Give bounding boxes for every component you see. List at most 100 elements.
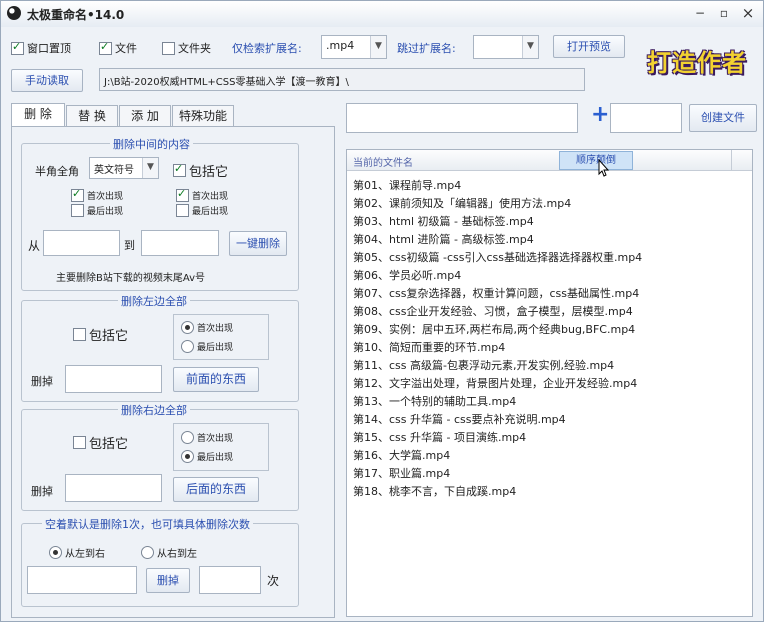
- list-item[interactable]: 第05、css初级篇 -css引入css基础选择器选择器权重.mp4: [353, 249, 642, 265]
- chevron-down-icon: ▼: [370, 36, 386, 58]
- skip-ext-select[interactable]: ▼: [473, 35, 539, 59]
- column-header-filename[interactable]: 当前的文件名: [353, 154, 413, 169]
- check-icon: [99, 40, 112, 55]
- list-item[interactable]: 第16、大学篇.mp4: [353, 447, 450, 463]
- manual-read-button[interactable]: 手动读取: [11, 69, 83, 92]
- radio-icon: [141, 546, 154, 559]
- list-item[interactable]: 第14、css 升华篇 - css要点补充说明.mp4: [353, 411, 566, 427]
- chevron-down-icon: ▼: [142, 158, 158, 178]
- list-item[interactable]: 第12、文字溢出处理，背景图片处理，企业开发经验.mp4: [353, 375, 637, 391]
- file-checkbox[interactable]: 文件: [99, 40, 137, 56]
- list-item[interactable]: 第07、css复杂选择器，权重计算问题，css基础属性.mp4: [353, 285, 639, 301]
- sort-reverse-button[interactable]: 顺序颠倒: [559, 151, 633, 170]
- open-preview-button[interactable]: 打开预览: [553, 35, 625, 58]
- section-title: 空着默认是删除1次，也可填具体删除次数: [42, 516, 253, 532]
- from-input[interactable]: [43, 230, 120, 256]
- checkbox-icon: [162, 41, 175, 55]
- ltr-radio[interactable]: 从左到右: [49, 545, 105, 560]
- count-delete-button[interactable]: 删掉: [146, 568, 190, 593]
- only-ext-label: 仅检索扩展名:: [232, 42, 302, 55]
- right-last-checkbox[interactable]: 最后出现: [176, 204, 228, 217]
- delete-count-group: 空着默认是删除1次，也可填具体删除次数: [21, 516, 299, 607]
- list-item[interactable]: 第11、css 高级篇-包裹浮动元素,开发实例,经验.mp4: [353, 357, 614, 373]
- include-it-checkbox[interactable]: 包括它: [173, 161, 228, 180]
- delete-label: 删掉: [31, 485, 53, 498]
- right-first-checkbox[interactable]: 首次出现: [176, 187, 228, 202]
- path-field[interactable]: J:\B站-2020权威HTML+CSS零基础入学【渡一教育】\: [99, 68, 585, 91]
- chevron-down-icon: ▼: [522, 36, 538, 58]
- file-list[interactable]: 当前的文件名 顺序颠倒 第01、课程前导.mp4 第02、课前须知及「编辑器」使用…: [346, 149, 753, 617]
- list-item[interactable]: 第04、html 进阶篇 - 高级标签.mp4: [353, 231, 534, 247]
- checkbox-icon: [73, 436, 86, 449]
- skip-ext-label: 跳过扩展名:: [397, 42, 456, 55]
- check-icon: [11, 40, 24, 55]
- list-item[interactable]: 第17、职业篇.mp4: [353, 465, 450, 481]
- list-item[interactable]: 第08、css企业开发经验、习惯，盒子模型，层模型.mp4: [353, 303, 633, 319]
- file-count-input[interactable]: [610, 103, 682, 133]
- check-icon: [173, 162, 186, 177]
- logo: 打造作者: [647, 49, 747, 77]
- list-item[interactable]: 第10、简短而重要的环节.mp4: [353, 339, 505, 355]
- radio-icon: [49, 546, 62, 559]
- back-stuff-button[interactable]: 后面的东西: [173, 477, 259, 502]
- check-icon: [71, 187, 84, 202]
- tab-bar: 删 除 替 换 添 加 特殊功能: [11, 103, 341, 127]
- list-item[interactable]: 第18、桃李不言，下自成蹊.mp4: [353, 483, 516, 499]
- front-stuff-button[interactable]: 前面的东西: [173, 367, 259, 392]
- mouse-cursor-icon: [598, 159, 610, 177]
- app-window: 太极重命名•14.0 − ▫ × 窗口置顶 文件 文件夹 仅检索扩展名: .mp…: [0, 0, 764, 622]
- times-label: 次: [267, 574, 280, 588]
- from-label: 从: [28, 239, 41, 253]
- list-item[interactable]: 第06、学员必听.mp4: [353, 267, 461, 283]
- to-input[interactable]: [141, 230, 219, 256]
- left-last-radio[interactable]: 最后出现: [181, 340, 233, 353]
- right-last-radio[interactable]: 最后出现: [181, 450, 233, 463]
- tab-delete[interactable]: 删 除: [11, 103, 65, 126]
- tab-replace[interactable]: 替 换: [66, 105, 118, 126]
- radio-icon: [181, 340, 194, 353]
- hint-text: 主要删除B站下载的视频末尾Av号: [56, 273, 206, 284]
- check-icon: [176, 187, 189, 202]
- list-item[interactable]: 第15、css 升华篇 - 项目演练.mp4: [353, 429, 526, 445]
- list-item[interactable]: 第03、html 初级篇 - 基础标签.mp4: [353, 213, 534, 229]
- to-label: 到: [124, 239, 135, 252]
- left-delete-input[interactable]: [65, 365, 162, 393]
- right-include-checkbox[interactable]: 包括它: [73, 433, 128, 452]
- left-last-checkbox[interactable]: 最后出现: [71, 204, 123, 217]
- one-key-delete-button[interactable]: 一键删除: [229, 231, 287, 256]
- column-divider: [731, 150, 732, 170]
- list-item[interactable]: 第13、一个特别的辅助工具.mp4: [353, 393, 516, 409]
- only-ext-select[interactable]: .mp4 ▼: [321, 35, 387, 59]
- left-first-checkbox[interactable]: 首次出现: [71, 187, 123, 202]
- count-number-input[interactable]: [199, 566, 261, 594]
- title-bar: 太极重命名•14.0 − ▫ ×: [1, 1, 763, 27]
- rtl-radio[interactable]: 从右到左: [141, 545, 197, 560]
- delete-label: 删掉: [31, 375, 53, 388]
- checkbox-icon: [71, 204, 84, 217]
- create-file-button[interactable]: 创建文件: [689, 104, 757, 132]
- count-text-input[interactable]: [27, 566, 137, 594]
- list-item[interactable]: 第02、课前须知及「编辑器」使用方法.mp4: [353, 195, 571, 211]
- tab-add[interactable]: 添 加: [119, 105, 171, 126]
- left-first-radio[interactable]: 首次出现: [181, 321, 233, 334]
- list-header: 当前的文件名 顺序颠倒: [347, 150, 752, 171]
- tab-special[interactable]: 特殊功能: [172, 105, 234, 126]
- symbol-type-select[interactable]: 英文符号 ▼: [89, 157, 159, 179]
- folder-checkbox[interactable]: 文件夹: [162, 40, 211, 56]
- radio-icon: [181, 431, 194, 444]
- right-delete-input[interactable]: [65, 474, 162, 502]
- checkbox-icon: [73, 328, 86, 341]
- window-top-checkbox[interactable]: 窗口置顶: [11, 40, 71, 56]
- list-item[interactable]: 第09、实例：居中五环,两栏布局,两个经典bug,BFC.mp4: [353, 321, 635, 337]
- plus-icon[interactable]: +: [591, 102, 609, 127]
- new-file-name-input[interactable]: [346, 103, 578, 133]
- taiji-icon: [7, 6, 21, 20]
- close-button[interactable]: ×: [739, 5, 757, 21]
- left-include-checkbox[interactable]: 包括它: [73, 325, 128, 344]
- minimize-button[interactable]: −: [691, 5, 709, 21]
- right-first-radio[interactable]: 首次出现: [181, 431, 233, 444]
- checkbox-icon: [176, 204, 189, 217]
- maximize-button[interactable]: ▫: [715, 5, 733, 21]
- radio-icon: [181, 321, 194, 334]
- list-item[interactable]: 第01、课程前导.mp4: [353, 177, 461, 193]
